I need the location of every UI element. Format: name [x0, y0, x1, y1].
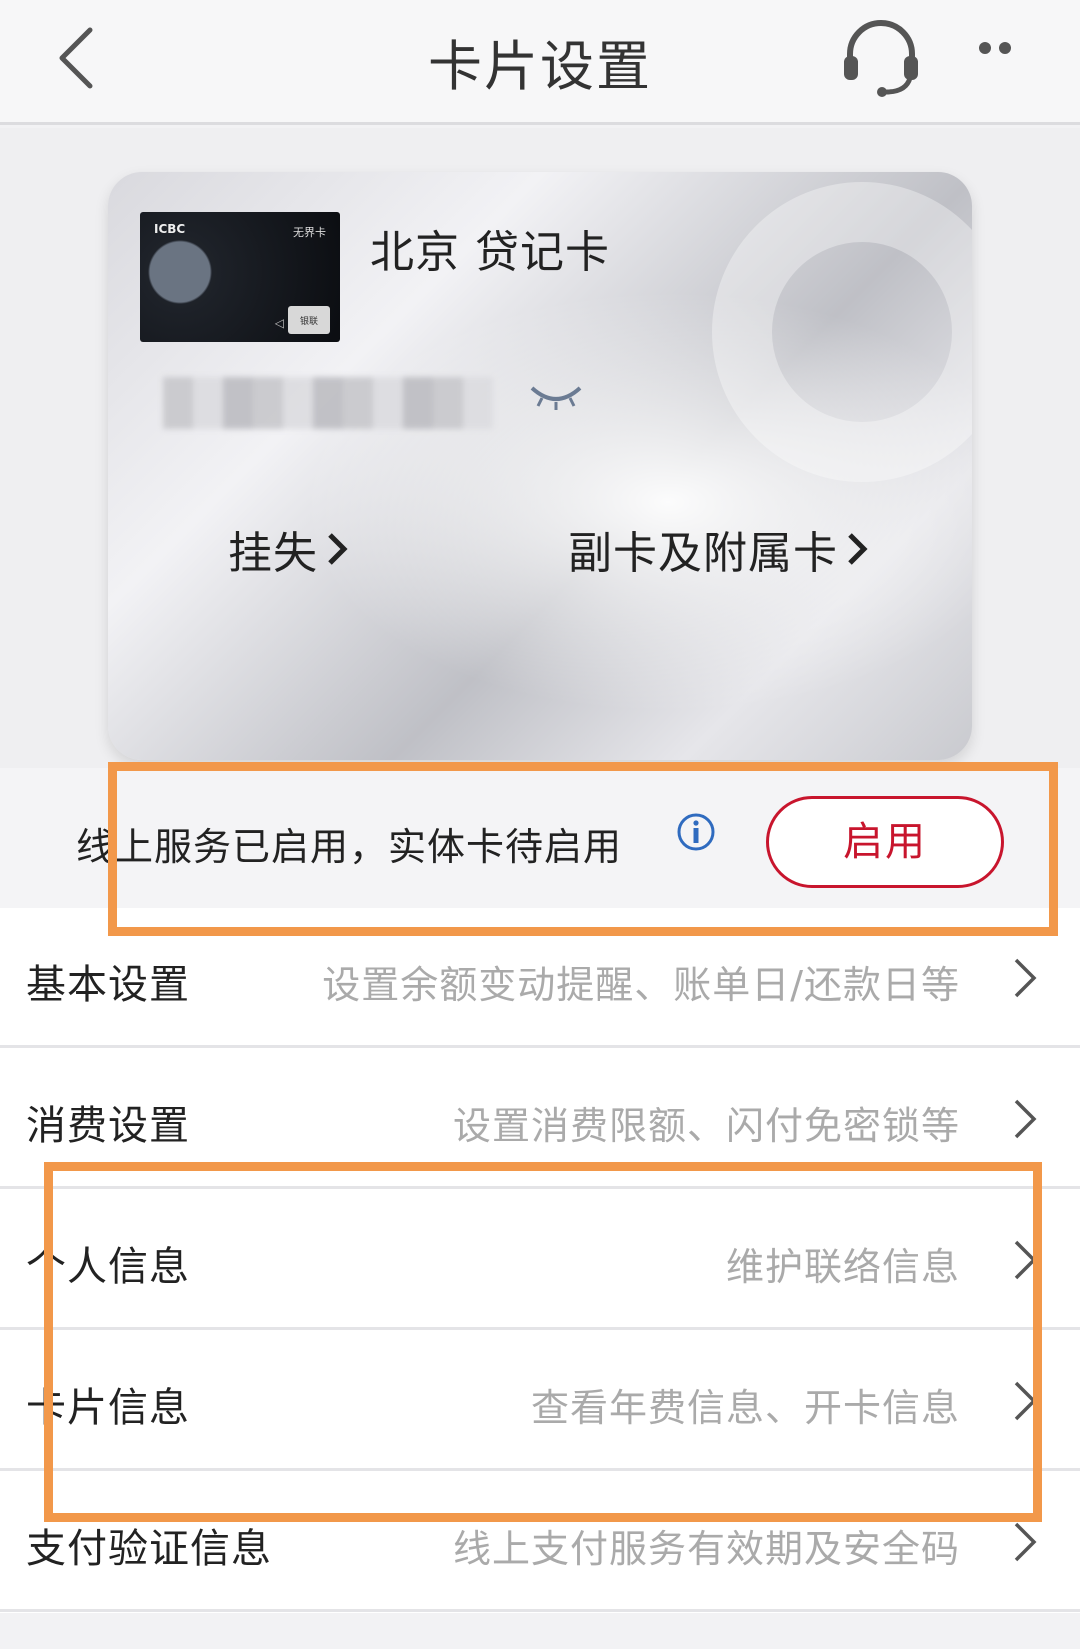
- settings-item-personal-info[interactable]: 个人信息 维护联络信息: [0, 1190, 1080, 1330]
- bottom-background: [0, 1613, 1080, 1649]
- contactless-icon: ◁: [274, 316, 284, 330]
- card-number-masked: [163, 377, 493, 429]
- card-settings-screen: 卡片设置 ICBC 无界卡 ◁ 银联 北京 贷记卡 挂失 副卡及附属卡 线上服务…: [0, 0, 1080, 1649]
- settings-item-label: 消费设置: [26, 1103, 190, 1149]
- chevron-right-icon: [1014, 1522, 1037, 1562]
- more-icon[interactable]: [975, 20, 1065, 80]
- settings-item-spending[interactable]: 消费设置 设置消费限额、闪付免密锁等: [0, 1049, 1080, 1189]
- settings-item-label: 卡片信息: [26, 1385, 190, 1431]
- card-thumbnail: ICBC 无界卡 ◁ 银联: [140, 212, 340, 342]
- settings-item-basic[interactable]: 基本设置 设置余额变动提醒、账单日/还款日等: [0, 908, 1080, 1048]
- settings-item-label: 基本设置: [26, 962, 190, 1008]
- settings-list: 基本设置 设置余额变动提醒、账单日/还款日等 消费设置 设置消费限额、闪付免密锁…: [0, 908, 1080, 1613]
- report-loss-label: 挂失: [228, 528, 318, 579]
- navigation-bar: 卡片设置: [0, 0, 1080, 125]
- card-name: 北京 贷记卡: [370, 227, 610, 278]
- supplementary-card-label: 副卡及附属卡: [568, 528, 838, 579]
- credit-card: ICBC 无界卡 ◁ 银联 北京 贷记卡 挂失 副卡及附属卡: [108, 172, 972, 760]
- settings-item-desc: 查看年费信息、开卡信息: [530, 1386, 960, 1430]
- settings-item-desc: 设置消费限额、闪付免密锁等: [452, 1104, 960, 1148]
- chevron-right-icon: [1014, 1240, 1037, 1280]
- chevron-right-icon: [1014, 1381, 1037, 1421]
- settings-item-desc: 线上支付服务有效期及安全码: [452, 1527, 960, 1571]
- settings-item-desc: 维护联络信息: [725, 1245, 960, 1289]
- card-area: ICBC 无界卡 ◁ 银联 北京 贷记卡 挂失 副卡及附属卡: [0, 128, 1080, 768]
- settings-item-label: 支付验证信息: [26, 1526, 272, 1572]
- info-icon[interactable]: [676, 812, 716, 852]
- settings-item-label: 个人信息: [26, 1244, 190, 1290]
- chevron-right-icon: [328, 533, 348, 565]
- settings-item-desc: 设置余额变动提醒、账单日/还款日等: [322, 963, 960, 1007]
- chevron-right-icon: [1014, 1099, 1037, 1139]
- supplementary-card-link[interactable]: 副卡及附属卡: [568, 517, 872, 581]
- headset-icon[interactable]: [836, 12, 926, 102]
- activation-status-row: 线上服务已启用，实体卡待启用 启用: [0, 768, 1080, 908]
- unionpay-logo: 银联: [288, 306, 330, 334]
- settings-item-card-info[interactable]: 卡片信息 查看年费信息、开卡信息: [0, 1331, 1080, 1471]
- card-watermark: [712, 182, 972, 482]
- activate-button[interactable]: 启用: [766, 796, 1004, 888]
- chevron-right-icon: [1014, 958, 1037, 998]
- bank-logo: ICBC: [154, 222, 186, 236]
- report-loss-link[interactable]: 挂失: [228, 517, 352, 581]
- settings-item-payment-verification[interactable]: 支付验证信息 线上支付服务有效期及安全码: [0, 1472, 1080, 1612]
- eye-closed-icon[interactable]: [528, 382, 584, 412]
- card-product-label: 无界卡: [293, 226, 326, 239]
- chevron-right-icon: [848, 533, 868, 565]
- activation-status-text: 线上服务已启用，实体卡待启用: [76, 825, 623, 869]
